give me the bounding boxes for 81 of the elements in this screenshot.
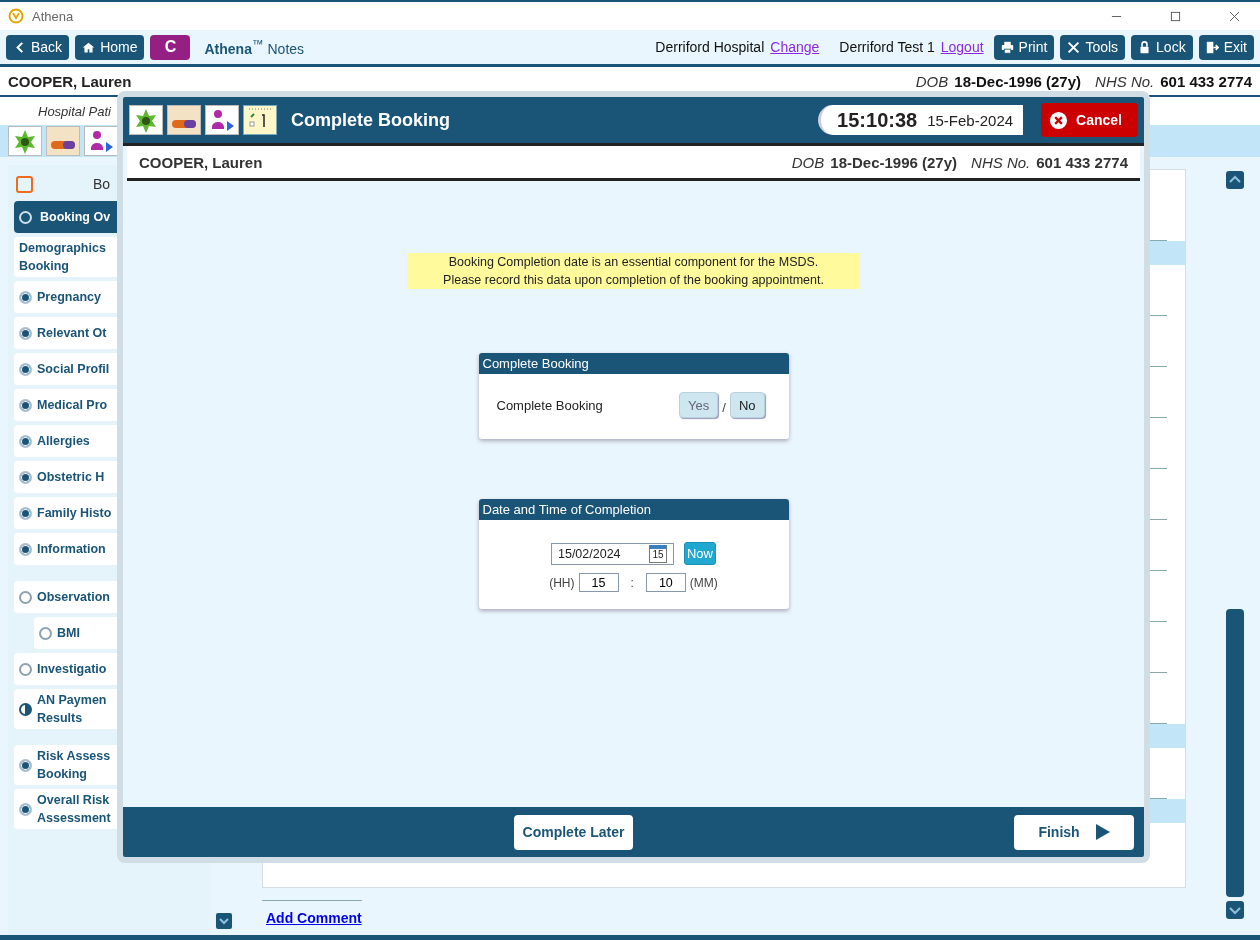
sidebar-item-label: Allergies (37, 433, 90, 450)
sidebar-item-label: Social Profil (37, 361, 110, 378)
hour-label: (HH) (549, 575, 575, 590)
notepad-icon[interactable] (243, 105, 277, 135)
close-icon[interactable] (1229, 10, 1240, 22)
patient-subtitle: Hospital Pati (38, 103, 111, 119)
sidebar-item-label: Medical Pro (37, 397, 108, 414)
sidebar-header: Bo (93, 176, 111, 192)
date-field[interactable]: 15/02/2024 15 (551, 542, 674, 565)
play-icon (1095, 824, 1110, 840)
scroll-down-icon[interactable] (216, 913, 232, 929)
colon-text: : (630, 575, 634, 590)
clock-time: 15:10:38 (837, 108, 918, 132)
option-button[interactable]: No (729, 392, 765, 418)
field-label: Complete Booking (496, 397, 603, 413)
flower-icon[interactable] (8, 126, 42, 156)
nhs-label: NHS No. (1095, 72, 1155, 90)
finish-button[interactable]: Finish (1014, 814, 1134, 850)
logout-link[interactable]: Logout (940, 39, 984, 55)
lock-icon (1138, 40, 1152, 54)
clock-date: 15-Feb-2024 (927, 111, 1014, 129)
exit-icon (1205, 40, 1219, 54)
sidebar-item-label: Pregnancy (37, 289, 101, 306)
chevron-left-icon (13, 40, 26, 54)
nhs-value: 601 433 2774 (1036, 153, 1128, 171)
dob-value: 18-Dec-1996 (27y) (830, 153, 958, 171)
window-title: Athena (32, 8, 74, 24)
capsule-icon[interactable] (167, 105, 201, 135)
exit-button[interactable]: Exit (1198, 34, 1254, 60)
minute-field[interactable]: 10 (645, 573, 686, 592)
card-title: Date and Time of Completion (478, 499, 789, 520)
close-icon (1049, 110, 1069, 130)
dob-value: 18-Dec-1996 (27y) (954, 72, 1082, 90)
hour-field[interactable]: 15 (578, 573, 619, 592)
lock-button[interactable]: Lock (1131, 34, 1193, 60)
capsule-icon[interactable] (46, 126, 80, 156)
sidebar-item-label: Observation (37, 589, 110, 606)
dob-label: DOB (915, 72, 949, 90)
nhs-value: 601 433 2774 (1160, 72, 1252, 90)
cancel-button[interactable]: Cancel (1041, 103, 1138, 137)
app-logo-icon (8, 8, 24, 24)
home-icon (82, 40, 96, 54)
change-link[interactable]: Change (770, 39, 820, 55)
scrollbar-thumb[interactable] (1226, 609, 1244, 897)
nhs-label: NHS No. (971, 153, 1031, 171)
sidebar-item-label: Risk Assess Booking (37, 748, 111, 783)
patient-name: COOPER, Lauren (139, 153, 263, 171)
scroll-up-icon[interactable] (1226, 171, 1244, 189)
home-button[interactable]: Home (75, 34, 145, 60)
sidebar-item-label: Information (37, 541, 106, 558)
sidebar-item-label: Relevant Ot (37, 325, 107, 342)
flower-icon[interactable] (129, 105, 163, 135)
sidebar-item-label: BMI (57, 625, 80, 642)
sidebar-item-label: AN Paymen Results (37, 692, 107, 727)
back-button[interactable]: Back (6, 34, 70, 60)
scroll-down-icon[interactable] (1226, 901, 1244, 919)
separator-text: / (722, 399, 726, 415)
calendar-icon[interactable]: 15 (649, 544, 667, 563)
user-name: Derriford Test 1 (839, 39, 935, 55)
minute-label: (MM) (689, 575, 718, 590)
complete-later-button[interactable]: Complete Later (513, 814, 634, 850)
maximize-icon[interactable] (1170, 10, 1181, 22)
hospital-name: Derriford Hospital (655, 39, 765, 55)
printer-icon (1000, 40, 1014, 54)
patient-name: COOPER, Lauren (8, 72, 132, 90)
sidebar-item-label: Booking Ov (39, 209, 111, 226)
card-title: Complete Booking (478, 353, 789, 374)
dialog-title: Complete Booking (291, 109, 450, 131)
sidebar-item-label: Obstetric H (37, 469, 105, 486)
half-circle-icon (19, 702, 32, 716)
dob-label: DOB (791, 153, 825, 171)
tools-button[interactable]: Tools (1060, 34, 1126, 60)
app-name: Athena$^{™}$ Notes (204, 37, 305, 57)
app-badge-button[interactable]: C (150, 34, 191, 60)
print-button[interactable]: Print (993, 34, 1055, 60)
sidebar-item-label: Demographics Booking (19, 240, 106, 275)
option-button[interactable]: Yes (679, 392, 719, 418)
notice-banner: Booking Completion date is an essential component for the MSDS. Please record this data upon completion of the booking appointment. (407, 253, 860, 289)
sidebar-item-label: Investigatio (37, 661, 107, 678)
sidebar-item-label: Family Histo (37, 505, 112, 522)
sidebar-item-label: Overall Risk Assessment (37, 792, 111, 827)
